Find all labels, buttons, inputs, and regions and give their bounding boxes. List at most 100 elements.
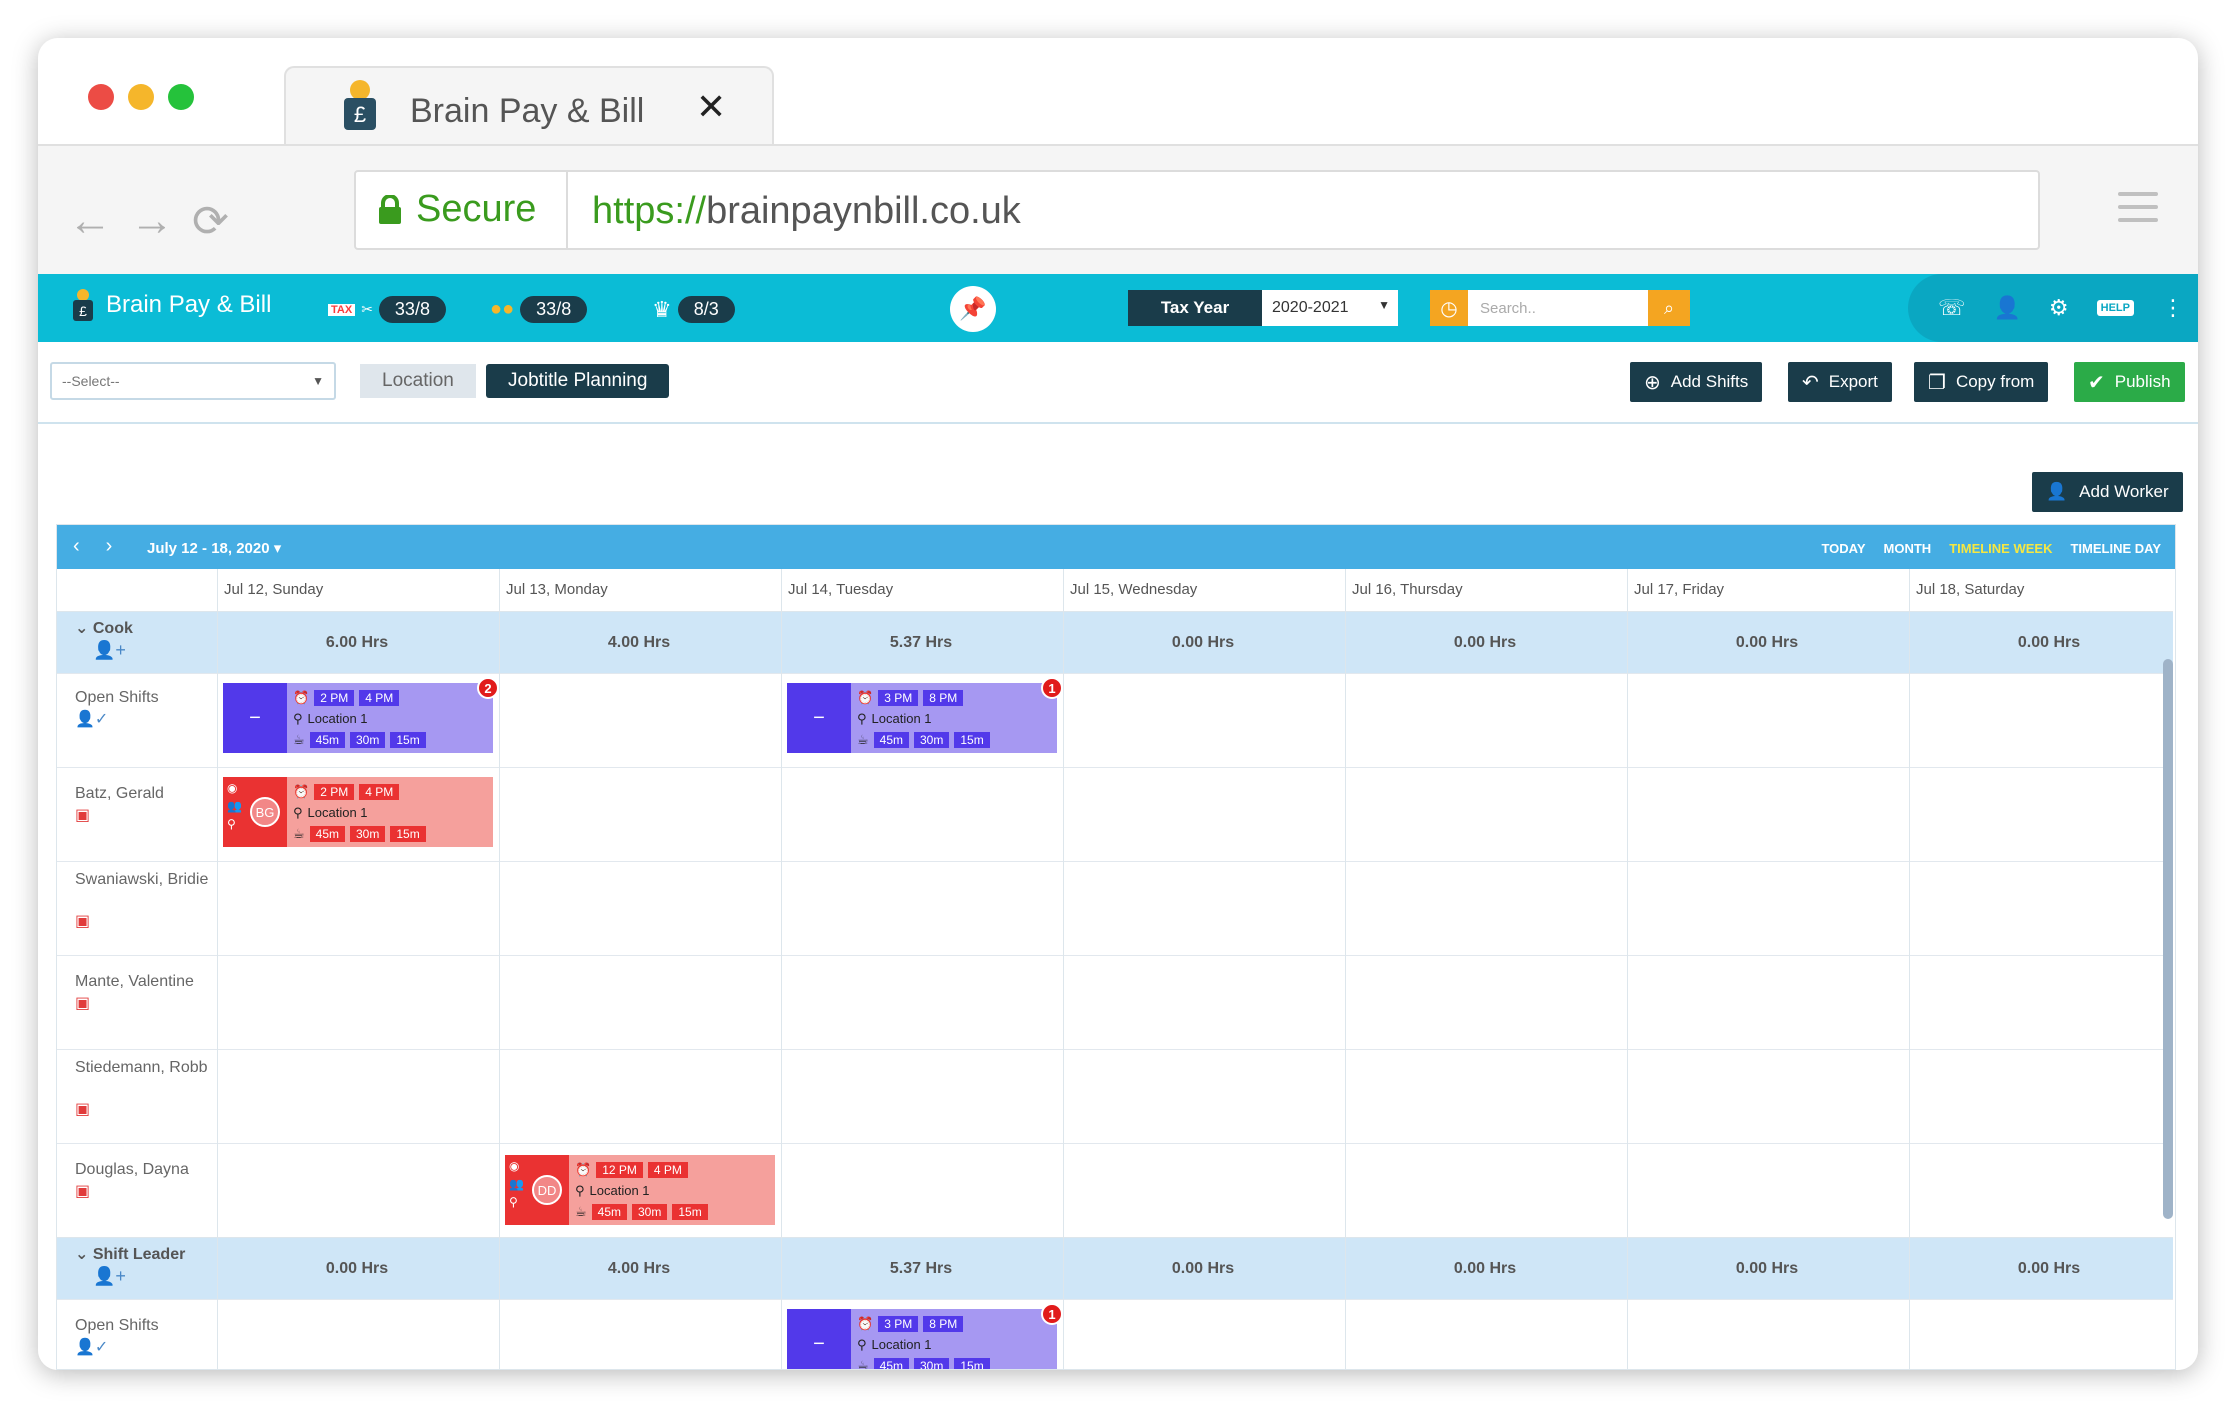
shift-start: 3 PM <box>878 1315 919 1332</box>
shift-break: 30m <box>914 1357 950 1369</box>
view-timeline-day[interactable]: TIMELINE DAY <box>2070 541 2161 556</box>
view-month[interactable]: MONTH <box>1884 541 1932 556</box>
open-count-badge: 1 <box>1041 677 1063 699</box>
forward-arrow-icon[interactable]: → <box>130 196 174 246</box>
search-input[interactable]: Search.. <box>1468 290 1648 326</box>
support-icon[interactable]: ☏ <box>1938 295 1966 321</box>
gear-icon[interactable]: ⚙ <box>2049 295 2069 321</box>
filter-select[interactable]: --Select-- ▼ <box>50 362 336 400</box>
tab-location[interactable]: Location <box>360 364 476 398</box>
column-divider <box>217 611 218 1369</box>
search-icon[interactable]: ⌕ <box>1648 290 1690 326</box>
crown-icon: ♛ <box>652 296 672 322</box>
calendar-views: TODAY MONTH TIMELINE WEEK TIMELINE DAY <box>1821 541 2161 556</box>
row-label: Open Shifts <box>75 689 159 706</box>
user-calendar-icon[interactable]: ▣ <box>75 911 90 931</box>
browser-tabbar: £ Brain Pay & Bill ✕ <box>38 38 2198 146</box>
shift-end: 4 PM <box>359 783 400 800</box>
app-header: £ Brain Pay & Bill TAX ✂ 33/8 ●● 33/8 ♛ … <box>38 274 2198 342</box>
alarm-clock-icon: ⏰ <box>857 1315 874 1331</box>
user-icon[interactable]: 👤 <box>1994 295 2021 321</box>
scissors-icon: ✂ <box>361 301 373 317</box>
back-arrow-icon[interactable]: ← <box>68 196 112 246</box>
close-window-button[interactable] <box>88 84 114 110</box>
check-icon: ✔ <box>2088 371 2105 394</box>
location-pin-icon: ⚲ <box>293 710 303 726</box>
next-week-icon[interactable]: › <box>106 535 113 558</box>
view-today[interactable]: TODAY <box>1821 541 1865 556</box>
location-pin-icon: ⚲ <box>857 1336 867 1352</box>
group-hours: 6.00 Hrs <box>325 634 389 651</box>
copy-from-button[interactable]: ❐ Copy from <box>1914 362 2049 402</box>
shift-card[interactable]: − ⏰ 3 PM 8 PM ⚲ Location 1 ☕ 45m 30m 15m 1 <box>787 1303 1063 1370</box>
tax-year-select[interactable]: 2020-2021 ▼ <box>1262 290 1398 326</box>
user-calendar-icon[interactable]: ▣ <box>75 1181 90 1201</box>
app-brand[interactable]: £ Brain Pay & Bill <box>68 288 271 322</box>
add-worker-label: Add Worker <box>2079 482 2169 501</box>
row-label: Open Shifts <box>75 1317 159 1334</box>
prev-week-icon[interactable]: ‹ <box>73 535 80 558</box>
pin-icon[interactable]: 📌 <box>950 286 996 332</box>
secure-indicator: Secure <box>378 188 536 231</box>
crown-stat[interactable]: ♛ 8/3 <box>652 296 735 323</box>
location-pin-icon: ⚲ <box>857 710 867 726</box>
reload-icon[interactable]: ⟳ <box>192 196 229 247</box>
coffee-cup-icon: ☕ <box>857 1357 869 1370</box>
lock-icon <box>379 194 401 224</box>
alarm-clock-icon: ⏰ <box>575 1161 592 1177</box>
vertical-scrollbar[interactable] <box>2163 659 2173 1219</box>
view-timeline-week[interactable]: TIMELINE WEEK <box>1949 541 2052 556</box>
coins-stat[interactable]: ●● 33/8 <box>490 296 588 323</box>
group-label: ⌄ Cook <box>75 620 133 637</box>
browser-tab[interactable]: £ Brain Pay & Bill ✕ <box>284 66 774 146</box>
minimize-window-button[interactable] <box>128 84 154 110</box>
url-protocol: https:// <box>592 190 707 232</box>
tax-icon: TAX <box>328 303 356 316</box>
group-hours: 0.00 Hrs <box>2017 634 2081 651</box>
location-pin-icon: ⚲ <box>509 1195 518 1209</box>
tab-jobtitle-planning[interactable]: Jobtitle Planning <box>486 364 670 398</box>
more-vertical-icon[interactable]: ⋮ <box>2162 295 2184 321</box>
help-icon[interactable]: HELP <box>2096 300 2134 316</box>
shift-card[interactable]: ◉ 👥 ⚲ BG ⏰ 2 PM 4 PM ⚲ Location 1 ☕ 45m 30m 15m <box>223 777 493 847</box>
address-bar[interactable]: Secure https://brainpaynbill.co.uk <box>354 170 2040 250</box>
shift-break: 15m <box>672 1203 708 1220</box>
shift-break: 30m <box>350 825 386 842</box>
day-header: Jul 17, Friday <box>1627 569 1909 611</box>
shift-card[interactable]: ◉ 👥 ⚲ DD ⏰ 12 PM 4 PM ⚲ Location 1 ☕ 45m 30m 15m <box>505 1155 775 1225</box>
shift-card-left: ◉ 👥 ⚲ DD <box>505 1155 569 1225</box>
refresh-icon: ◉ <box>227 781 238 795</box>
shift-card[interactable]: − ⏰ 3 PM 8 PM ⚲ Location 1 ☕ 45m 30m 15m 1 <box>787 677 1063 753</box>
group-row-shift-leader[interactable]: ⌄ Shift Leader 👤+ 0.00 Hrs 4.00 Hrs 5.37… <box>57 1237 2173 1299</box>
tax-stat-value: 33/8 <box>378 296 446 323</box>
tax-stat[interactable]: TAX ✂ 33/8 <box>328 296 446 323</box>
user-calendar-icon[interactable]: ▣ <box>75 805 90 825</box>
browser-menu-icon[interactable] <box>2118 192 2158 231</box>
maximize-window-button[interactable] <box>168 84 194 110</box>
add-user-icon[interactable]: 👤+ <box>93 1266 126 1287</box>
user-calendar-icon[interactable]: ▣ <box>75 993 90 1013</box>
row-label: Douglas, Dayna <box>75 1161 189 1178</box>
calendar-header: ‹ › July 12 - 18, 2020 ▾ TODAY MONTH TIM… <box>57 525 2175 569</box>
close-tab-icon[interactable]: ✕ <box>696 86 726 128</box>
shift-end: 4 PM <box>647 1161 688 1178</box>
shift-location: Location 1 <box>589 1183 650 1198</box>
user-check-icon: 👤✓ <box>75 1339 109 1356</box>
group-row-cook[interactable]: ⌄ Cook 👤+ 6.00 Hrs 4.00 Hrs 5.37 Hrs 0.0… <box>57 611 2173 673</box>
date-range-picker[interactable]: July 12 - 18, 2020 ▾ <box>147 539 281 557</box>
add-user-icon[interactable]: 👤+ <box>93 640 126 661</box>
shift-start: 3 PM <box>878 689 919 706</box>
day-header: Jul 15, Wednesday <box>1063 569 1345 611</box>
location-pin-icon: ⚲ <box>293 804 303 820</box>
day-header: Jul 13, Monday <box>499 569 781 611</box>
clock-icon[interactable]: ◷ <box>1430 290 1468 326</box>
user-calendar-icon[interactable]: ▣ <box>75 1099 90 1119</box>
row-divider <box>57 673 2173 674</box>
export-button[interactable]: ↶ Export <box>1788 362 1892 402</box>
publish-button[interactable]: ✔ Publish <box>2074 362 2185 402</box>
add-worker-button[interactable]: 👤 Add Worker <box>2032 472 2183 512</box>
alarm-clock-icon: ⏰ <box>857 689 874 705</box>
shift-card[interactable]: − ⏰ 2 PM 4 PM ⚲ Location 1 ☕ 45m 30m 15m 2 <box>223 677 499 753</box>
add-shifts-button[interactable]: ⊕ Add Shifts <box>1630 362 1763 402</box>
day-header: Jul 18, Saturday <box>1909 569 2173 611</box>
